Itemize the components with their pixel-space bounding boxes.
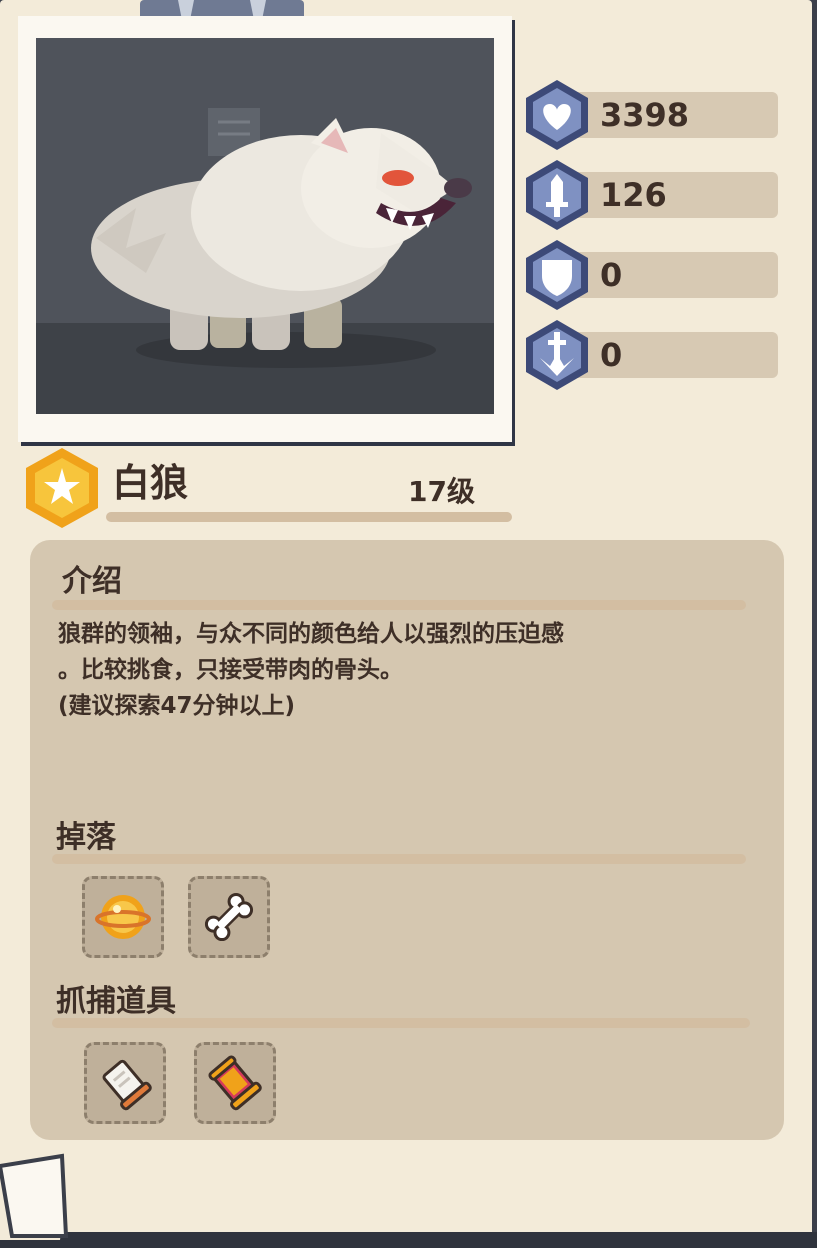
white-scroll-icon <box>102 1059 152 1111</box>
hp-value: 3398 <box>600 96 690 134</box>
pierce-sword-icon <box>526 320 588 390</box>
attack-value: 126 <box>600 176 667 214</box>
intro-line-1: 狼群的领袖，与众不同的颜色给人以强烈的压迫感 <box>58 621 564 647</box>
rank-badge-icon <box>26 448 98 528</box>
gold-coin-icon <box>95 895 151 939</box>
name-underline <box>106 512 512 522</box>
page-fold-corner <box>0 1150 70 1240</box>
capture-underline <box>52 1018 750 1028</box>
intro-line-3: (建议探索47分钟以上) <box>58 693 296 719</box>
bone-icon <box>204 892 254 942</box>
stat-attack: 126 <box>522 158 780 230</box>
drop-slot-gold-coin[interactable] <box>82 876 164 958</box>
stat-penetration: 0 <box>522 318 780 390</box>
stat-hp: 3398 <box>522 78 780 150</box>
stat-bar <box>562 172 778 218</box>
drop-slot-bone[interactable] <box>188 876 270 958</box>
penetration-value: 0 <box>600 336 623 374</box>
capture-slot-red-scroll[interactable] <box>194 1042 276 1124</box>
stat-bar <box>562 332 778 378</box>
intro-underline <box>52 600 746 610</box>
red-scroll-icon <box>208 1055 262 1111</box>
monster-level: 17级 <box>408 475 475 508</box>
page-bottom-edge <box>0 1232 817 1248</box>
intro-line-2: 。比较挑食，只接受带肉的骨头。 <box>58 657 403 683</box>
intro-description: 狼群的领袖，与众不同的颜色给人以强烈的压迫感 。比较挑食，只接受带肉的骨头。 (… <box>58 616 768 724</box>
drops-title: 掉落 <box>56 820 116 855</box>
stat-defense: 0 <box>522 238 780 310</box>
heart-icon <box>526 80 588 150</box>
defense-value: 0 <box>600 256 623 294</box>
capture-title: 抓捕道具 <box>56 984 176 1019</box>
monster-portrait <box>36 38 494 414</box>
monster-name: 白狼 <box>112 461 189 505</box>
white-wolf-image <box>36 38 494 414</box>
intro-title: 介绍 <box>62 564 122 599</box>
drops-underline <box>52 854 746 864</box>
shield-icon <box>526 240 588 310</box>
sword-icon <box>526 160 588 230</box>
capture-slot-white-scroll[interactable] <box>84 1042 166 1124</box>
stat-bar <box>562 252 778 298</box>
